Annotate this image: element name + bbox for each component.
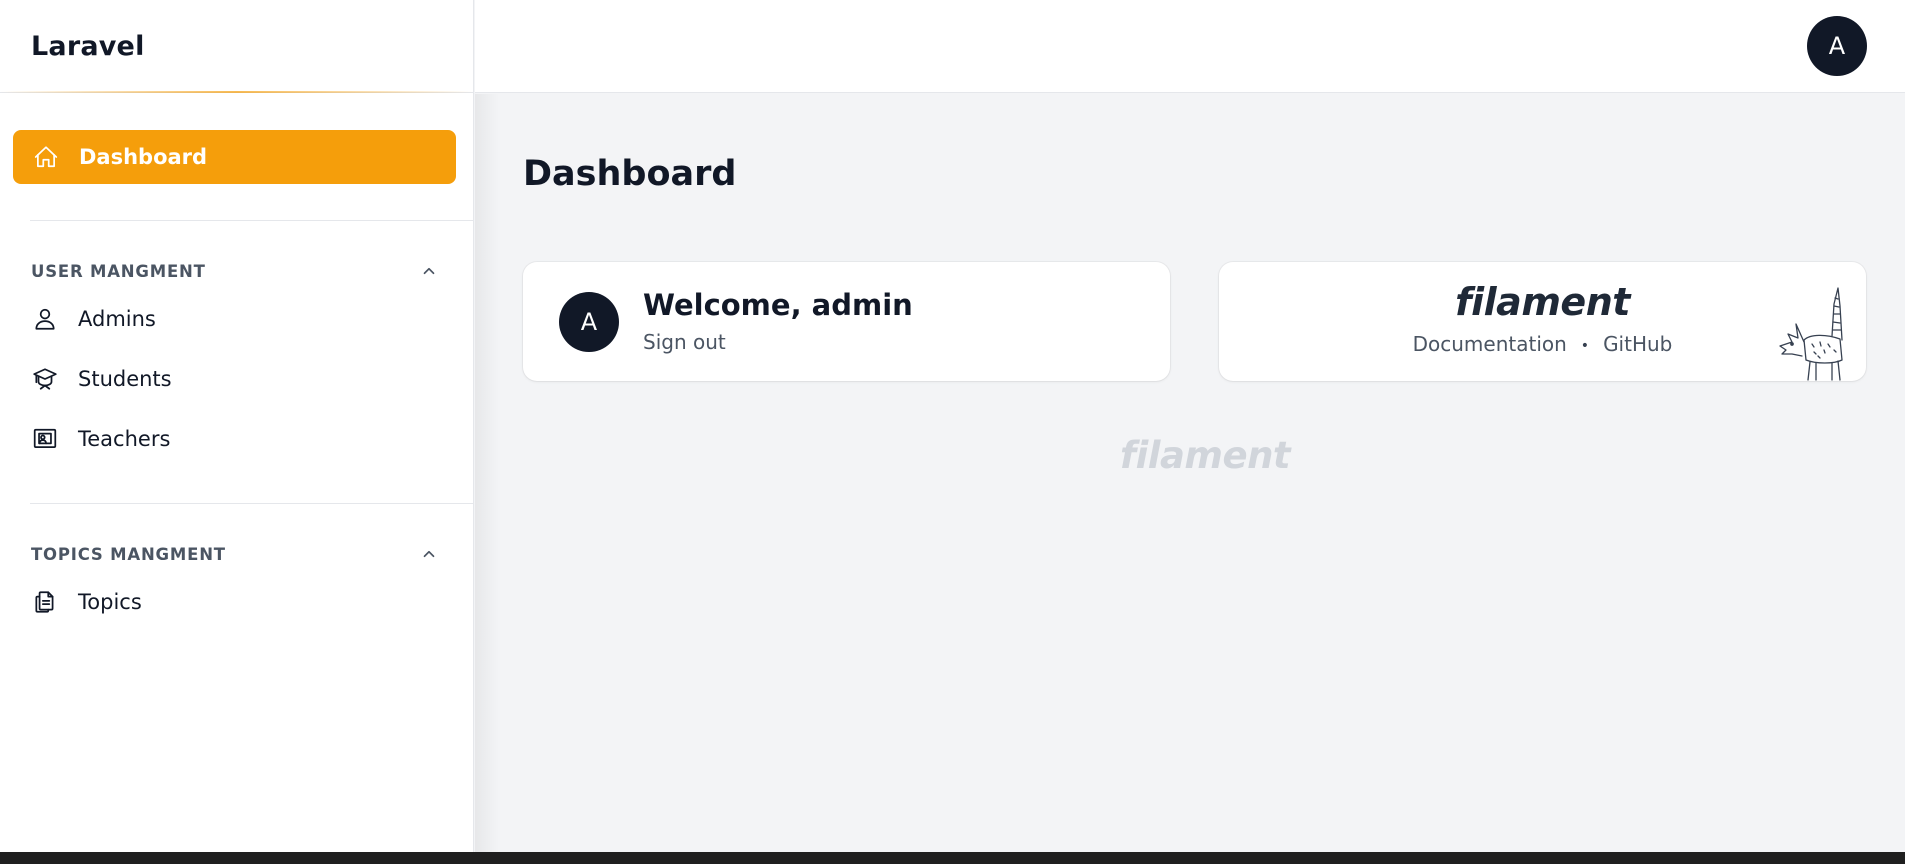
sidebar-item-dashboard[interactable]: Dashboard <box>13 130 456 184</box>
sidebar-item-teachers[interactable]: Teachers <box>31 417 451 461</box>
divider <box>30 220 473 221</box>
user-icon <box>31 305 59 333</box>
sidebar-item-label: Admins <box>78 307 156 331</box>
sidebar-item-students[interactable]: Students <box>31 357 451 401</box>
sidebar-item-label: Dashboard <box>79 145 208 169</box>
brand-logo[interactable]: Laravel <box>31 31 145 62</box>
avatar: A <box>559 292 619 352</box>
user-menu-avatar[interactable]: A <box>1807 16 1867 76</box>
group-label: USER MANGMENT <box>31 261 206 281</box>
filament-links: Documentation • GitHub <box>1219 332 1866 356</box>
chevron-up-icon[interactable] <box>415 540 443 568</box>
sidebar-item-topics[interactable]: Topics <box>31 580 451 624</box>
brand-bar: Laravel <box>0 0 473 93</box>
sidebar-item-admins[interactable]: Admins <box>31 297 451 341</box>
filament-logo: filament <box>1455 280 1630 324</box>
presentation-icon <box>31 425 59 453</box>
welcome-card: A Welcome, admin Sign out <box>523 262 1170 381</box>
divider <box>30 503 473 504</box>
sidebar-item-label: Topics <box>78 590 142 614</box>
filament-mascot-illustration <box>1779 287 1843 381</box>
sign-out-link[interactable]: Sign out <box>643 330 726 354</box>
page-title: Dashboard <box>523 154 737 194</box>
home-icon <box>32 143 60 171</box>
topbar: A <box>475 0 1905 93</box>
group-header-user-management[interactable]: USER MANGMENT <box>31 257 443 285</box>
taskbar-strip <box>0 852 1905 864</box>
chevron-up-icon[interactable] <box>415 257 443 285</box>
filament-info-card: filament Documentation • GitHub <box>1219 262 1866 381</box>
sidebar-item-label: Teachers <box>78 427 171 451</box>
github-link[interactable]: GitHub <box>1603 332 1672 356</box>
document-duplicate-icon <box>31 588 59 616</box>
group-label: TOPICS MANGMENT <box>31 544 226 564</box>
sidebar: Laravel Dashboard USER MANGMENT Admins S… <box>0 0 474 852</box>
sidebar-item-label: Students <box>78 367 172 391</box>
documentation-link[interactable]: Documentation <box>1413 332 1567 356</box>
group-header-topics-management[interactable]: TOPICS MANGMENT <box>31 540 443 568</box>
main-content: Dashboard A Welcome, admin Sign out fila… <box>475 94 1905 852</box>
footer-filament-logo: filament <box>1120 434 1291 477</box>
link-separator: • <box>1580 337 1590 354</box>
welcome-title: Welcome, admin <box>643 288 913 322</box>
academic-cap-icon <box>31 365 59 393</box>
